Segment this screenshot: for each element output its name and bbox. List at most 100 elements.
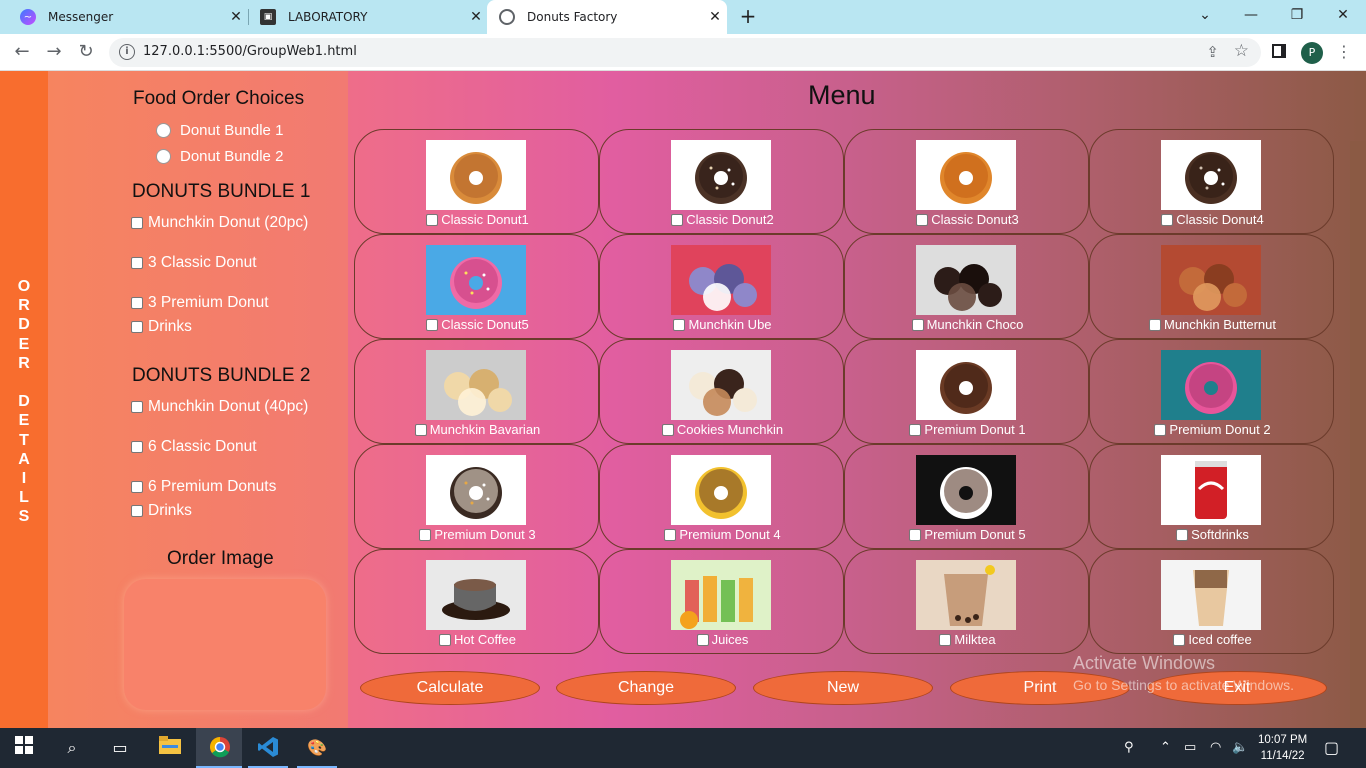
menu-kebab-icon[interactable]: ⋮ [1336, 42, 1352, 62]
battery-icon[interactable]: ▭ [1184, 740, 1196, 755]
address-bar[interactable]: i 127.0.0.1:5500/GroupWeb1.html ⇪ ☆ [109, 38, 1261, 67]
menu-item-option[interactable]: Cookies Munchkin [600, 422, 845, 437]
bundle2-item[interactable]: 6 Premium Donuts [131, 478, 276, 496]
checkbox[interactable] [1148, 318, 1161, 331]
file-explorer-icon[interactable] [158, 736, 182, 760]
checkbox[interactable] [131, 401, 143, 413]
close-window-button[interactable]: ✕ [1320, 0, 1366, 30]
restore-button[interactable]: ❐ [1274, 0, 1320, 30]
checkbox[interactable] [426, 318, 439, 331]
checkbox[interactable] [909, 528, 922, 541]
close-icon[interactable]: ✕ [228, 9, 244, 25]
menu-item-option[interactable]: Classic Donut2 [600, 212, 845, 227]
checkbox[interactable] [131, 217, 143, 229]
checkbox[interactable] [439, 633, 452, 646]
menu-item-option[interactable]: Classic Donut1 [355, 212, 600, 227]
checkbox[interactable] [131, 257, 143, 269]
notification-icon[interactable]: ▢ [1324, 738, 1339, 757]
windows-start-icon[interactable] [12, 736, 36, 760]
checkbox[interactable] [131, 505, 143, 517]
checkbox[interactable] [426, 213, 439, 226]
checkbox[interactable] [419, 528, 432, 541]
bundle2-item[interactable]: 6 Classic Donut [131, 438, 257, 456]
menu-item-option[interactable]: Munchkin Bavarian [355, 422, 600, 437]
checkbox[interactable] [1161, 213, 1174, 226]
bookmark-star-icon[interactable]: ☆ [1234, 41, 1249, 61]
checkbox[interactable] [916, 213, 929, 226]
radio-bundle-1[interactable]: Donut Bundle 1 [156, 122, 283, 139]
checkbox[interactable] [673, 318, 686, 331]
menu-item-option[interactable]: Classic Donut5 [355, 317, 600, 332]
tab-messenger[interactable]: ~ Messenger ✕ [8, 0, 248, 34]
bundle2-item[interactable]: Drinks [131, 502, 192, 520]
bundle2-item[interactable]: Munchkin Donut (40pc) [131, 398, 308, 416]
calculate-button[interactable]: Calculate [360, 671, 540, 705]
menu-item-option[interactable]: Premium Donut 2 [1090, 422, 1335, 437]
menu-item-option[interactable]: Munchkin Ube [600, 317, 845, 332]
reload-icon[interactable]: ↻ [74, 41, 98, 65]
menu-item-option[interactable]: Softdrinks [1090, 527, 1335, 542]
menu-item-option[interactable]: Premium Donut 3 [355, 527, 600, 542]
menu-item-option[interactable]: Hot Coffee [355, 632, 600, 647]
close-icon[interactable]: ✕ [707, 9, 723, 25]
checkbox[interactable] [1154, 423, 1167, 436]
checkbox[interactable] [131, 321, 143, 333]
menu-item-option[interactable]: Iced coffee [1090, 632, 1335, 647]
new-button[interactable]: New [753, 671, 933, 705]
radio-label: Donut Bundle 2 [180, 148, 284, 165]
side-panel-icon[interactable] [1272, 44, 1286, 58]
checkbox[interactable] [131, 441, 143, 453]
search-icon[interactable]: ⌕ [60, 736, 84, 760]
menu-item-option[interactable]: Munchkin Choco [845, 317, 1090, 332]
tab-donuts-factory[interactable]: Donuts Factory ✕ [487, 0, 727, 34]
share-icon[interactable]: ⇪ [1206, 43, 1219, 61]
menu-item-option[interactable]: Premium Donut 5 [845, 527, 1090, 542]
checkbox[interactable] [414, 423, 427, 436]
checkbox[interactable] [1176, 528, 1189, 541]
menu-item-option[interactable]: Classic Donut4 [1090, 212, 1335, 227]
chevron-up-icon[interactable]: ⌃ [1160, 740, 1171, 755]
close-icon[interactable]: ✕ [468, 9, 484, 25]
new-tab-button[interactable]: + [736, 5, 760, 29]
volume-icon[interactable]: 🔈 [1232, 740, 1248, 755]
checkbox[interactable] [131, 481, 143, 493]
checkbox[interactable] [671, 213, 684, 226]
radio-bundle-2[interactable]: Donut Bundle 2 [156, 148, 283, 165]
wifi-icon[interactable]: ◠ [1210, 740, 1221, 755]
checkbox[interactable] [696, 633, 709, 646]
menu-item-option[interactable]: Classic Donut3 [845, 212, 1090, 227]
forward-arrow-icon[interactable]: → [42, 41, 66, 65]
people-icon[interactable]: ⚲ [1124, 740, 1134, 755]
minimize-button[interactable]: — [1228, 0, 1274, 30]
tab-search-chevron-icon[interactable]: ⌄ [1182, 0, 1228, 30]
bundle1-item[interactable]: 3 Classic Donut [131, 254, 257, 272]
menu-item-option[interactable]: Munchkin Butternut [1090, 317, 1335, 332]
tab-laboratory[interactable]: ▣ LABORATORY ✕ [248, 0, 488, 34]
checkbox[interactable] [911, 318, 924, 331]
back-arrow-icon[interactable]: ← [10, 41, 34, 65]
bundle1-item[interactable]: Munchkin Donut (20pc) [131, 214, 308, 232]
menu-item-option[interactable]: Milktea [845, 632, 1090, 647]
menu-item-option[interactable]: Premium Donut 1 [845, 422, 1090, 437]
system-clock[interactable]: 10:07 PM 11/14/22 [1258, 732, 1307, 764]
checkbox[interactable] [909, 423, 922, 436]
chrome-icon[interactable] [208, 736, 232, 760]
task-view-icon[interactable]: ▭ [108, 736, 132, 760]
profile-avatar[interactable]: P [1301, 42, 1323, 64]
info-icon[interactable]: i [119, 44, 135, 60]
paint-icon[interactable]: 🎨 [305, 736, 329, 760]
vscode-icon[interactable] [256, 736, 280, 760]
radio-button[interactable] [156, 123, 171, 138]
checkbox[interactable] [1173, 633, 1186, 646]
checkbox[interactable] [661, 423, 674, 436]
bundle1-item[interactable]: 3 Premium Donut [131, 294, 269, 312]
bundle1-item[interactable]: Drinks [131, 318, 192, 336]
checkbox[interactable] [131, 297, 143, 309]
radio-button[interactable] [156, 149, 171, 164]
scrollbar[interactable] [1350, 141, 1366, 728]
menu-item-option[interactable]: Premium Donut 4 [600, 527, 845, 542]
checkbox[interactable] [664, 528, 677, 541]
change-button[interactable]: Change [556, 671, 736, 705]
menu-item-option[interactable]: Juices [600, 632, 845, 647]
checkbox[interactable] [939, 633, 952, 646]
